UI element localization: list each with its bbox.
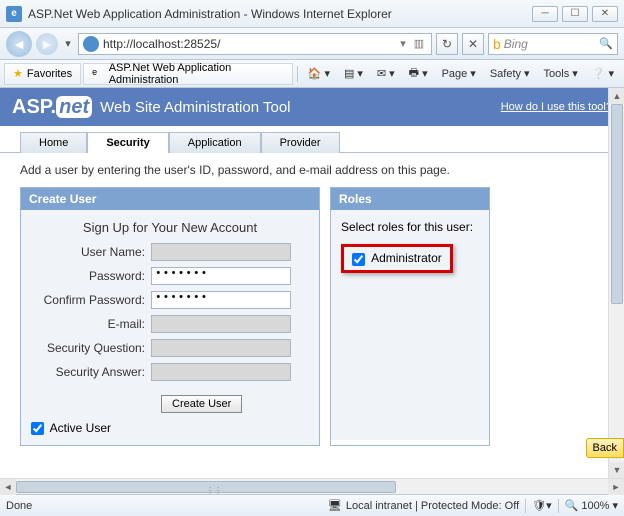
active-user-checkbox[interactable] <box>31 422 44 435</box>
tab-security[interactable]: Security <box>87 132 168 153</box>
tab-favicon: e <box>92 67 105 81</box>
scroll-thumb[interactable] <box>611 104 623 304</box>
forward-button[interactable]: ► <box>36 33 58 55</box>
signup-title: Sign Up for Your New Account <box>31 220 309 235</box>
roles-header: Roles <box>331 188 489 210</box>
horizontal-scrollbar[interactable]: ◄ ⋮⋮ ► <box>0 478 624 494</box>
email-field[interactable] <box>151 315 291 333</box>
help-button[interactable]: ❔▾ <box>586 65 620 82</box>
refresh-button[interactable]: ↻ <box>436 33 458 55</box>
create-user-panel: Create User Sign Up for Your New Account… <box>20 187 320 446</box>
rss-icon: ▤ <box>344 67 354 80</box>
print-icon: 🖶 <box>409 64 419 83</box>
address-bar[interactable]: ▾ ▥ <box>78 33 432 55</box>
tab-home[interactable]: Home <box>20 132 87 153</box>
tab-application[interactable]: Application <box>169 132 261 153</box>
admin-tabs: Home Security Application Provider <box>20 132 624 153</box>
hscroll-thumb[interactable]: ⋮⋮ <box>16 481 396 493</box>
label-question: Security Question: <box>31 341 151 355</box>
role-highlight-box: Administrator <box>341 244 453 273</box>
star-icon: ★ <box>13 67 23 80</box>
security-answer-field[interactable] <box>151 363 291 381</box>
roles-panel: Roles Select roles for this user: Admini… <box>330 187 490 446</box>
print-button[interactable]: 🖶▾ <box>403 62 434 85</box>
nav-toolbar: ◄ ► ▾ ▾ ▥ ↻ ✕ b Bing 🔍 <box>0 28 624 60</box>
globe-icon <box>83 36 99 52</box>
tools-menu[interactable]: Tools ▾ <box>538 65 584 82</box>
label-confirm: Confirm Password: <box>31 293 151 307</box>
favorites-button[interactable]: ★ Favorites <box>4 63 81 85</box>
command-toolbar: ★ Favorites e ASP.Net Web Application Ad… <box>0 60 624 88</box>
back-button[interactable]: ◄ <box>6 31 32 57</box>
mail-icon: ✉ <box>377 67 386 80</box>
separator <box>297 66 298 82</box>
back-page-button[interactable]: Back <box>586 438 624 458</box>
help-icon: ❔ <box>592 67 606 80</box>
address-dropdown[interactable]: ▾ <box>395 37 411 50</box>
app-icon: e <box>6 6 22 22</box>
create-user-button[interactable]: Create User <box>161 395 242 413</box>
create-user-header: Create User <box>21 188 319 210</box>
search-button[interactable]: 🔍 <box>599 37 613 50</box>
label-username: User Name: <box>31 245 151 259</box>
mail-button[interactable]: ✉▾ <box>371 65 401 82</box>
feeds-button[interactable]: ▤▾ <box>338 65 369 82</box>
roles-prompt: Select roles for this user: <box>341 220 479 234</box>
active-user-label: Active User <box>50 421 111 435</box>
label-email: E-mail: <box>31 317 151 331</box>
search-box[interactable]: b Bing 🔍 <box>488 33 618 55</box>
password-field[interactable]: ••••••• <box>151 267 291 285</box>
close-button[interactable]: ✕ <box>592 6 618 22</box>
scroll-left-arrow[interactable]: ◄ <box>0 479 16 495</box>
bing-icon: b <box>493 36 501 52</box>
confirm-password-field[interactable]: ••••••• <box>151 291 291 309</box>
home-icon: 🏠 <box>308 67 322 80</box>
tab-provider[interactable]: Provider <box>261 132 340 153</box>
maximize-button[interactable]: ☐ <box>562 6 588 22</box>
security-question-field[interactable] <box>151 339 291 357</box>
minimize-button[interactable]: ─ <box>532 6 558 22</box>
page-menu[interactable]: Page ▾ <box>436 65 482 82</box>
url-input[interactable] <box>103 37 395 51</box>
help-link[interactable]: How do I use this tool? <box>501 101 612 113</box>
vertical-scrollbar[interactable]: ▲ ▼ <box>608 88 624 478</box>
username-field[interactable] <box>151 243 291 261</box>
status-bar: Done 🖥 Local intranet | Protected Mode: … <box>0 494 624 516</box>
role-administrator-checkbox[interactable] <box>352 253 365 266</box>
search-provider: Bing <box>504 37 528 51</box>
hscroll-track[interactable]: ⋮⋮ <box>16 479 608 495</box>
compat-view-icon[interactable]: ▥ <box>411 37 427 50</box>
window-title: ASP.Net Web Application Administration -… <box>28 7 532 21</box>
favorites-label: Favorites <box>27 68 72 80</box>
site-banner: ASP.net Web Site Administration Tool How… <box>0 88 624 126</box>
scroll-up-arrow[interactable]: ▲ <box>609 88 624 104</box>
home-button[interactable]: 🏠▾ <box>302 65 336 82</box>
page-description: Add a user by entering the user's ID, pa… <box>0 153 624 187</box>
site-title: Web Site Administration Tool <box>100 99 290 116</box>
label-password: Password: <box>31 269 151 283</box>
label-answer: Security Answer: <box>31 365 151 379</box>
browser-tab[interactable]: e ASP.Net Web Application Administration <box>83 63 293 85</box>
scroll-right-arrow[interactable]: ► <box>608 479 624 495</box>
role-administrator-label: Administrator <box>371 251 442 265</box>
scroll-down-arrow[interactable]: ▼ <box>609 462 624 478</box>
aspnet-logo: ASP.net <box>12 96 92 119</box>
tab-title: ASP.Net Web Application Administration <box>109 62 284 86</box>
window-titlebar: e ASP.Net Web Application Administration… <box>0 0 624 28</box>
stop-button[interactable]: ✕ <box>462 33 484 55</box>
nav-history-dropdown[interactable]: ▾ <box>62 37 74 50</box>
page-content: ▲ ▼ ASP.net Web Site Administration Tool… <box>0 88 624 478</box>
safety-menu[interactable]: Safety ▾ <box>484 65 536 82</box>
